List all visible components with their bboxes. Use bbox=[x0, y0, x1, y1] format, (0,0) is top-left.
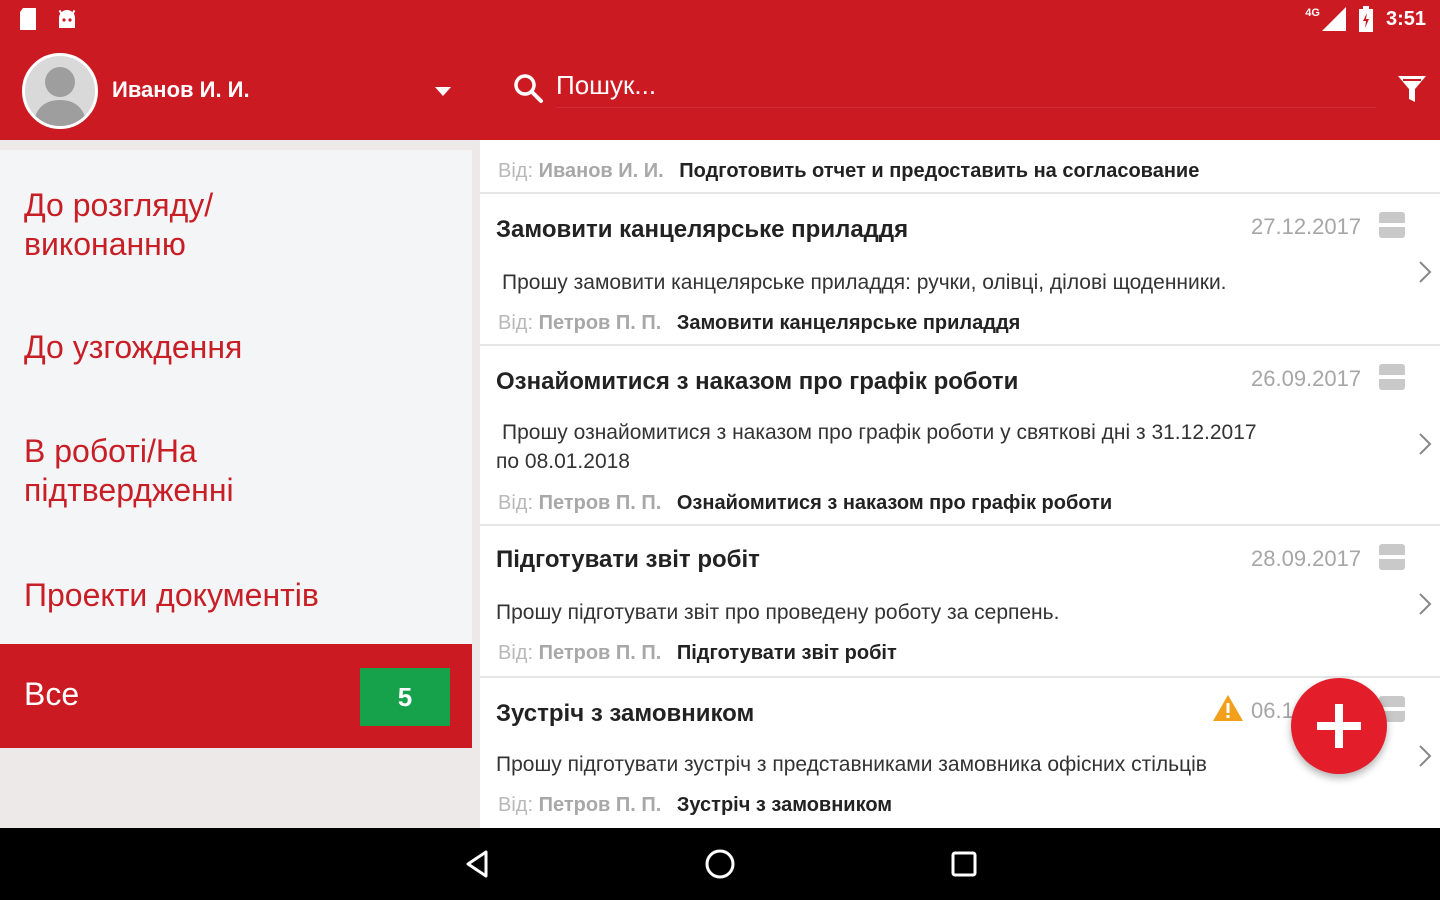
task-title: Замовити канцелярське приладдя bbox=[496, 216, 909, 243]
chevron-right-icon[interactable] bbox=[1418, 260, 1432, 284]
sidebar-item-approval[interactable]: До узгождення bbox=[24, 328, 242, 367]
app-root: 4G 3:51 Иванов И. И. До розгляду/ викона… bbox=[0, 0, 1440, 900]
sidebar-item-label: виконанню bbox=[24, 226, 186, 262]
chevron-right-icon[interactable] bbox=[1418, 432, 1432, 456]
user-name[interactable]: Иванов И. И. bbox=[112, 77, 250, 103]
sidebar-item-label: Все bbox=[24, 676, 80, 712]
task-body: Прошу ознайомитися з наказом про графік … bbox=[496, 418, 1386, 476]
status-bar: 4G 3:51 bbox=[0, 0, 1440, 40]
android-icon bbox=[58, 9, 76, 28]
app-bar: Иванов И. И. bbox=[0, 40, 1440, 140]
sidebar-item-label: Проекти документів bbox=[24, 577, 319, 613]
count-badge: 5 bbox=[360, 668, 450, 726]
sidebar: До розгляду/ виконанню До узгождення В р… bbox=[0, 140, 480, 828]
filter-icon[interactable] bbox=[1394, 70, 1430, 106]
chevron-right-icon[interactable] bbox=[1418, 592, 1432, 616]
home-icon[interactable] bbox=[702, 846, 738, 882]
document-icon bbox=[1379, 364, 1405, 390]
list-item[interactable]: Ознайомитися з наказом про графік роботи… bbox=[480, 346, 1440, 526]
list-item[interactable]: Замовити канцелярське приладдя 27.12.201… bbox=[480, 194, 1440, 346]
sidebar-menu: До розгляду/ виконанню До узгождення В р… bbox=[0, 150, 472, 644]
from-prefix: Від: bbox=[498, 794, 534, 816]
search-icon[interactable] bbox=[512, 72, 544, 104]
warning-icon bbox=[1213, 695, 1243, 721]
list-item[interactable]: Підготувати звіт робіт 28.09.2017 Прошу … bbox=[480, 526, 1440, 678]
task-title: Підготувати звіт робіт bbox=[496, 546, 760, 573]
from-prefix: Від: bbox=[498, 492, 534, 514]
plus-icon bbox=[1317, 704, 1361, 748]
document-icon bbox=[1379, 212, 1405, 238]
system-nav-bar bbox=[0, 828, 1440, 900]
task-body: Прошу замовити канцелярське приладдя: ру… bbox=[502, 271, 1227, 294]
task-date: 28.09.2017 bbox=[1251, 546, 1362, 571]
sidebar-item-review[interactable]: До розгляду/ виконанню bbox=[24, 186, 213, 264]
signal-icon bbox=[1321, 7, 1346, 31]
from-prefix: Від: bbox=[498, 160, 534, 182]
search-input[interactable] bbox=[556, 64, 1376, 108]
status-time: 3:51 bbox=[1385, 7, 1426, 30]
sender-line: Від: Петров П. П. Ознайомитися з наказом… bbox=[498, 492, 1112, 515]
from-prefix: Від: bbox=[498, 312, 534, 334]
task-subject: Подготовить отчет и предоставить на согл… bbox=[679, 160, 1200, 182]
sidebar-item-label: До узгождення bbox=[24, 329, 243, 365]
sidebar-item-label: В роботі/На bbox=[24, 433, 197, 469]
task-date: 06.1 bbox=[1251, 698, 1294, 723]
sender-line: Від: Иванов И. И. Подготовить отчет и пр… bbox=[498, 160, 1199, 183]
chevron-right-icon[interactable] bbox=[1418, 744, 1432, 768]
task-title: Зустріч з замовником bbox=[496, 700, 755, 727]
back-icon[interactable] bbox=[460, 846, 496, 882]
recents-icon[interactable] bbox=[946, 846, 982, 882]
dropdown-arrow-icon[interactable] bbox=[432, 80, 454, 102]
task-subject: Замовити канцелярське приладдя bbox=[676, 312, 1021, 334]
sidebar-item-all[interactable]: Все 5 bbox=[0, 644, 472, 748]
network-type: 4G bbox=[1305, 7, 1320, 19]
task-body: Прошу підготувати звіт про проведену роб… bbox=[496, 601, 1060, 624]
sender-name: Иванов И. И. bbox=[538, 160, 664, 182]
task-date: 26.09.2017 bbox=[1251, 366, 1362, 391]
sender-name: Петров П. П. bbox=[538, 794, 662, 816]
sender-line: Від: Петров П. П. Зустріч з замовником bbox=[498, 794, 892, 817]
sender-line: Від: Петров П. П. Замовити канцелярське … bbox=[498, 312, 1020, 335]
sender-name: Петров П. П. bbox=[538, 642, 662, 664]
sender-name: Петров П. П. bbox=[538, 492, 662, 514]
avatar[interactable] bbox=[22, 53, 98, 129]
sd-card-icon bbox=[20, 8, 36, 30]
task-body: Прошу підготувати зустріч з представника… bbox=[496, 753, 1207, 776]
task-title: Ознайомитися з наказом про графік роботи bbox=[496, 368, 1019, 395]
sidebar-item-label: підтвердженні bbox=[24, 472, 234, 508]
add-task-button[interactable] bbox=[1291, 678, 1387, 774]
sender-line: Від: Петров П. П. Підготувати звіт робіт bbox=[498, 642, 897, 665]
task-subject: Підготувати звіт робіт bbox=[676, 642, 897, 664]
task-body-line: по 08.01.2018 bbox=[496, 450, 630, 473]
task-date: 27.12.2017 bbox=[1251, 214, 1362, 239]
task-body-line: Прошу ознайомитися з наказом про графік … bbox=[502, 421, 1257, 444]
avatar-icon bbox=[33, 67, 87, 126]
document-icon bbox=[1379, 544, 1405, 570]
list-item[interactable]: Від: Иванов И. И. Подготовить отчет и пр… bbox=[480, 140, 1440, 194]
task-subject: Зустріч з замовником bbox=[676, 794, 893, 816]
from-prefix: Від: bbox=[498, 642, 534, 664]
battery-icon bbox=[1358, 6, 1373, 32]
sender-name: Петров П. П. bbox=[538, 312, 662, 334]
sidebar-item-drafts[interactable]: Проекти документів bbox=[24, 576, 319, 615]
sidebar-item-in-progress[interactable]: В роботі/На підтвердженні bbox=[24, 432, 234, 510]
sidebar-item-label: До розгляду/ bbox=[24, 187, 214, 223]
task-subject: Ознайомитися з наказом про графік роботи bbox=[676, 492, 1113, 514]
